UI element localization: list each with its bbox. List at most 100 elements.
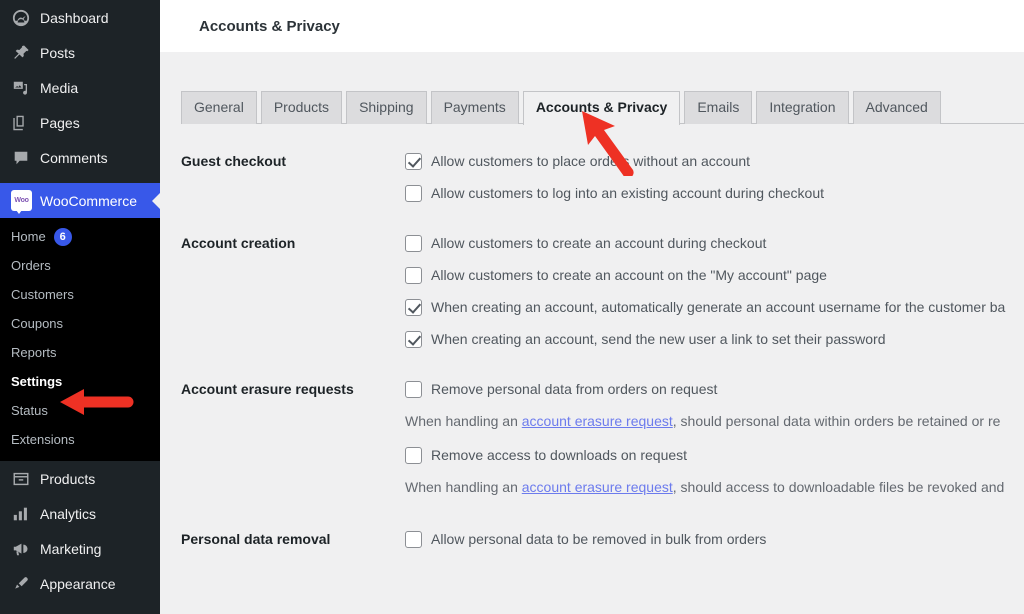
tab-shipping[interactable]: Shipping <box>346 91 427 124</box>
checkbox-row[interactable]: Allow customers to place orders without … <box>405 152 1024 171</box>
submenu-item-label: Coupons <box>11 316 64 331</box>
sidebar-item-marketing[interactable]: Marketing <box>0 531 160 566</box>
sidebar-item-analytics[interactable]: Analytics <box>0 496 160 531</box>
sidebar-item-label: Posts <box>40 44 76 61</box>
checkbox-label: When creating an account, automatically … <box>431 299 1006 315</box>
annotation-arrow-accounts-privacy-tab <box>582 111 634 176</box>
checkbox-row[interactable]: Allow personal data to be removed in bul… <box>405 530 1024 549</box>
checkbox-send-password-setup-link[interactable] <box>405 331 422 348</box>
account-erasure-request-link[interactable]: account erasure request <box>522 479 673 495</box>
page-header-bar: Accounts & Privacy <box>160 0 1024 52</box>
checkbox-label: Allow customers to create an account on … <box>431 267 827 283</box>
checkbox-row[interactable]: When creating an account, send the new u… <box>405 330 1024 349</box>
sidebar-item-label: Pages <box>40 114 80 131</box>
checkbox-label: Remove access to downloads on request <box>431 447 688 463</box>
sidebar-item-dashboard[interactable]: Dashboard <box>0 0 160 35</box>
setting-group-label: Personal data removal <box>181 531 331 547</box>
checkbox-row[interactable]: Remove access to downloads on request <box>405 446 1024 465</box>
submenu-item-customers[interactable]: Customers <box>0 280 160 309</box>
checkbox-row[interactable]: Allow customers to create an account on … <box>405 266 1024 285</box>
setting-group-account-creation: Account creation Allow customers to crea… <box>181 234 1024 362</box>
media-icon <box>11 78 31 98</box>
setting-group-fields: Allow customers to create an account dur… <box>405 234 1024 362</box>
submenu-item-coupons[interactable]: Coupons <box>0 309 160 338</box>
checkbox-row[interactable]: When creating an account, automatically … <box>405 298 1024 317</box>
submenu-item-label: Orders <box>11 258 51 273</box>
account-erasure-request-link[interactable]: account erasure request <box>522 413 673 429</box>
checkbox-bulk-remove-personal-data[interactable] <box>405 531 422 548</box>
sidebar-item-label: WooCommerce <box>40 192 137 209</box>
checkbox-row[interactable]: Remove personal data from orders on requ… <box>405 380 1024 399</box>
sidebar-item-label: Products <box>40 470 96 487</box>
woocommerce-submenu: Home 6 Orders Customers Coupons Reports … <box>0 218 160 461</box>
tab-advanced[interactable]: Advanced <box>852 91 941 124</box>
page-title: Accounts & Privacy <box>199 17 340 35</box>
setting-group-account-erasure: Account erasure requests Remove personal… <box>181 380 1024 512</box>
checkbox-remove-access-to-downloads[interactable] <box>405 447 422 464</box>
tab-general[interactable]: General <box>181 91 257 124</box>
submenu-item-label: Extensions <box>11 432 75 447</box>
checkbox-label: Allow customers to create an account dur… <box>431 235 767 251</box>
sidebar-item-media[interactable]: Media <box>0 70 160 105</box>
marketing-icon <box>11 539 31 559</box>
checkbox-create-account-my-account-page[interactable] <box>405 267 422 284</box>
sidebar-item-woocommerce[interactable]: Woo WooCommerce <box>0 183 160 218</box>
home-count-badge: 6 <box>53 227 72 246</box>
sidebar-item-label: Appearance <box>40 575 116 592</box>
tab-products[interactable]: Products <box>260 91 343 124</box>
sidebar-item-label: Dashboard <box>40 9 109 26</box>
erasure-description-2: When handling an account erasure request… <box>405 478 1024 497</box>
checkbox-auto-generate-username[interactable] <box>405 299 422 316</box>
tab-payments[interactable]: Payments <box>430 91 519 124</box>
woocommerce-icon-text: Woo <box>14 197 29 204</box>
sidebar-item-label: Marketing <box>40 540 102 557</box>
sidebar-divider <box>0 175 160 183</box>
tab-emails[interactable]: Emails <box>684 91 753 124</box>
appearance-icon <box>11 574 31 594</box>
woocommerce-icon: Woo <box>11 190 32 214</box>
annotation-arrow-settings <box>60 389 134 415</box>
submenu-item-label: Status <box>11 403 48 418</box>
setting-group-personal-data-removal: Personal data removal Allow personal dat… <box>181 530 1024 562</box>
sidebar-item-posts[interactable]: Posts <box>0 35 160 70</box>
desc-text-after: , should access to downloadable files be… <box>672 479 1005 495</box>
checkbox-allow-guest-orders[interactable] <box>405 153 422 170</box>
analytics-icon <box>11 504 31 524</box>
submenu-item-label: Settings <box>11 374 63 389</box>
desc-text-before: When handling an <box>405 479 522 495</box>
checkbox-allow-login-during-checkout[interactable] <box>405 185 422 202</box>
setting-group-label: Guest checkout <box>181 153 287 169</box>
submenu-item-label: Reports <box>11 345 57 360</box>
setting-group-label: Account erasure requests <box>181 381 354 397</box>
sidebar-item-appearance[interactable]: Appearance <box>0 566 160 601</box>
dashboard-icon <box>11 8 31 28</box>
setting-group-fields: Allow customers to place orders without … <box>405 152 1024 216</box>
sidebar-item-pages[interactable]: Pages <box>0 105 160 140</box>
checkbox-row[interactable]: Allow customers to log into an existing … <box>405 184 1024 203</box>
pages-icon <box>11 113 31 133</box>
sidebar-item-label: Comments <box>40 149 108 166</box>
products-icon <box>11 469 31 489</box>
erasure-description-1: When handling an account erasure request… <box>405 412 1024 431</box>
sidebar-item-comments[interactable]: Comments <box>0 140 160 175</box>
comments-icon <box>11 148 31 168</box>
checkbox-row[interactable]: Allow customers to create an account dur… <box>405 234 1024 253</box>
checkbox-label: Remove personal data from orders on requ… <box>431 381 718 397</box>
admin-sidebar: Dashboard Posts Media Pages Comments Woo… <box>0 0 160 614</box>
submenu-item-home[interactable]: Home 6 <box>0 222 160 251</box>
tab-integration[interactable]: Integration <box>756 91 849 124</box>
sidebar-item-products[interactable]: Products <box>0 461 160 496</box>
desc-text-after: , should personal data within orders be … <box>672 413 1001 429</box>
submenu-item-orders[interactable]: Orders <box>0 251 160 280</box>
checkbox-label: Allow customers to log into an existing … <box>431 185 824 201</box>
desc-text-before: When handling an <box>405 413 522 429</box>
checkbox-label: When creating an account, send the new u… <box>431 331 886 347</box>
submenu-item-extensions[interactable]: Extensions <box>0 425 160 454</box>
sidebar-item-label: Analytics <box>40 505 97 522</box>
woocommerce-settings-screen: Dashboard Posts Media Pages Comments Woo… <box>0 0 1024 614</box>
checkbox-create-account-during-checkout[interactable] <box>405 235 422 252</box>
submenu-item-reports[interactable]: Reports <box>0 338 160 367</box>
checkbox-remove-personal-data-from-orders[interactable] <box>405 381 422 398</box>
